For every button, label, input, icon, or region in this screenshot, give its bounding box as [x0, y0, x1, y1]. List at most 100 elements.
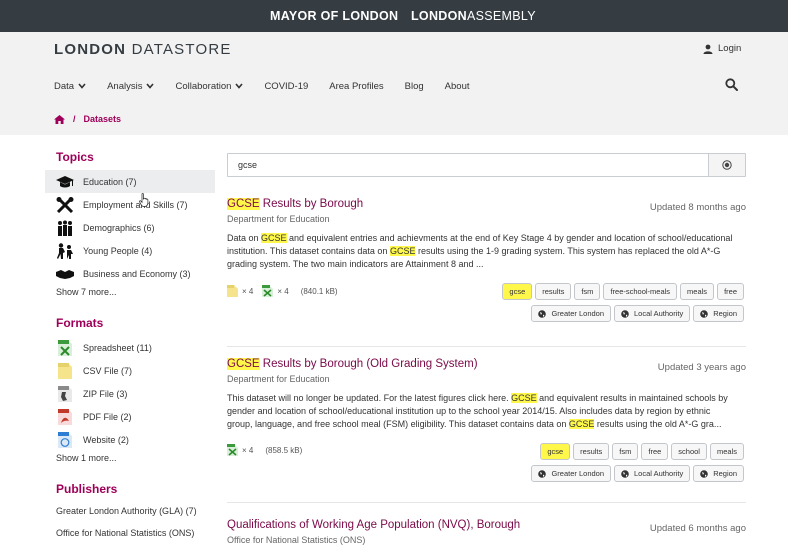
- topics-item[interactable]: Business and Economy (3): [45, 262, 215, 285]
- spreadsheet-icon: [56, 339, 74, 356]
- formats-show-more[interactable]: Show 1 more...: [45, 451, 215, 465]
- nav-item-data[interactable]: Data: [54, 81, 86, 92]
- assembly-bold: LONDON: [411, 9, 467, 23]
- nav-item-analysis[interactable]: Analysis: [107, 80, 155, 92]
- tag-meals[interactable]: meals: [709, 443, 744, 460]
- nav-label: Analysis: [107, 80, 143, 92]
- region-tag[interactable]: Local Authority: [614, 305, 691, 322]
- tag-meals[interactable]: meals: [680, 283, 715, 300]
- desc-text: This dataset will no longer be updated. …: [227, 393, 512, 403]
- result-item: Qualifications of Working Age Population…: [227, 519, 746, 545]
- formats-item[interactable]: ZIP File (3): [45, 382, 215, 405]
- tag-results[interactable]: results: [535, 283, 572, 300]
- result-size: (858.5 kB): [265, 445, 303, 455]
- topics-item-label: Young People (4): [83, 245, 153, 256]
- assembly-rest: ASSEMBLY: [466, 9, 536, 23]
- tag-fsm[interactable]: fsm: [612, 443, 639, 460]
- search-input[interactable]: [228, 154, 708, 176]
- region-tag[interactable]: Greater London: [531, 465, 612, 482]
- region-tag[interactable]: Local Authority: [614, 465, 691, 482]
- tag-fsm[interactable]: fsm: [574, 283, 601, 300]
- tag-gcse[interactable]: gcse: [540, 443, 571, 460]
- topics-item[interactable]: Education (7): [45, 170, 215, 193]
- desc-highlight: GCSE: [389, 246, 416, 256]
- pdf-file-icon: [56, 408, 74, 425]
- region-tag[interactable]: Region: [693, 465, 744, 482]
- nav-item-area-profiles[interactable]: Area Profiles: [329, 81, 383, 92]
- nav-label: Area Profiles: [329, 80, 384, 92]
- region-label: Greater London: [551, 309, 605, 318]
- nav-label: About: [444, 80, 470, 92]
- topics-heading: Topics: [56, 150, 94, 164]
- topics-item-label: Education (7): [83, 176, 137, 187]
- formats-item-label: ZIP File (3): [83, 388, 128, 399]
- nav-item-covid-19[interactable]: COVID-19: [264, 81, 308, 92]
- nav-item-collaboration[interactable]: Collaboration: [175, 81, 244, 92]
- globe-icon: [538, 469, 547, 478]
- spreadsheet-count: × 4: [277, 286, 289, 296]
- region-tag[interactable]: Greater London: [531, 305, 612, 322]
- globe-icon: [621, 309, 629, 318]
- mayor-of-london-link[interactable]: MAYOR OF LONDON: [270, 9, 398, 23]
- title-highlight: GCSE: [227, 358, 260, 370]
- filter-sidebar: Topics Education (7) Employment and Skill…: [45, 150, 215, 544]
- topics-show-more[interactable]: Show 7 more...: [45, 285, 215, 299]
- nav-label: COVID-19: [264, 80, 309, 92]
- logo-bold: LONDON: [54, 41, 127, 58]
- home-icon[interactable]: [54, 114, 65, 124]
- formats-item-label: Website (2): [83, 434, 129, 445]
- result-publisher: Office for National Statistics (ONS): [227, 535, 366, 545]
- topics-item[interactable]: Employment and Skills (7): [45, 193, 215, 216]
- result-description: This dataset will no longer be updated. …: [227, 392, 737, 431]
- result-updated: Updated 8 months ago: [649, 202, 746, 213]
- publisher-item[interactable]: Office for National Statistics (ONS): [45, 522, 215, 544]
- login-button[interactable]: Login: [703, 43, 741, 54]
- tools-icon: [56, 196, 74, 213]
- chevron-down-icon: [235, 83, 244, 89]
- spreadsheet-icon: [262, 285, 274, 297]
- people-icon: [56, 220, 74, 236]
- result-size: (840.1 kB): [300, 286, 338, 296]
- nav-item-blog[interactable]: Blog: [405, 81, 424, 92]
- csv-file-icon: [56, 362, 74, 379]
- region-label: Region: [713, 309, 737, 318]
- formats-item[interactable]: Website (2): [45, 428, 215, 451]
- tag-free[interactable]: free: [641, 443, 669, 460]
- nav-item-about[interactable]: About: [445, 81, 470, 92]
- datastore-logo[interactable]: LONDON DATASTORE: [54, 41, 232, 58]
- result-files: × 4 × 4 (840.1 kB): [227, 285, 338, 297]
- formats-item-label: PDF File (2): [83, 411, 132, 422]
- topics-item[interactable]: Young People (4): [45, 239, 215, 262]
- title-highlight: GCSE: [227, 198, 260, 210]
- breadcrumb-datasets[interactable]: Datasets: [84, 114, 122, 124]
- search-submit-button[interactable]: [708, 154, 745, 176]
- breadcrumb: / Datasets: [54, 114, 121, 124]
- desc-highlight: GCSE: [261, 233, 287, 243]
- result-tags: gcse results fsm free-school-meals meals free: [502, 283, 744, 300]
- graduation-cap-icon: [56, 174, 74, 190]
- chevron-down-icon: [78, 83, 86, 89]
- region-tag[interactable]: Region: [693, 305, 744, 322]
- search-icon[interactable]: [725, 78, 738, 91]
- formats-item[interactable]: Spreadsheet (11): [45, 336, 215, 359]
- title-rest: Results by Borough (Old Grading System): [259, 358, 478, 370]
- tag-gcse[interactable]: gcse: [502, 283, 533, 300]
- handshake-icon: [56, 266, 74, 282]
- desc-text: Data on: [227, 233, 262, 243]
- result-publisher: Department for Education: [227, 214, 330, 224]
- topics-item[interactable]: Demographics (6): [45, 216, 215, 239]
- desc-highlight: GCSE: [511, 393, 537, 403]
- topics-item-label: Demographics (6): [83, 222, 155, 233]
- login-label: Login: [718, 43, 742, 54]
- london-assembly-link[interactable]: LONDONASSEMBLY: [411, 9, 536, 23]
- formats-item[interactable]: CSV File (7): [45, 359, 215, 382]
- region-label: Local Authority: [634, 469, 684, 478]
- publisher-item[interactable]: Greater London Authority (GLA) (7): [45, 500, 215, 522]
- tag-free-school-meals[interactable]: free-school-meals: [603, 283, 678, 300]
- tag-free[interactable]: free: [717, 283, 744, 300]
- formats-item[interactable]: PDF File (2): [45, 405, 215, 428]
- tag-school[interactable]: school: [671, 443, 707, 460]
- tag-results[interactable]: results: [573, 443, 610, 460]
- desc-highlight: GCSE: [568, 419, 595, 429]
- topics-item-label: Business and Economy (3): [83, 268, 191, 279]
